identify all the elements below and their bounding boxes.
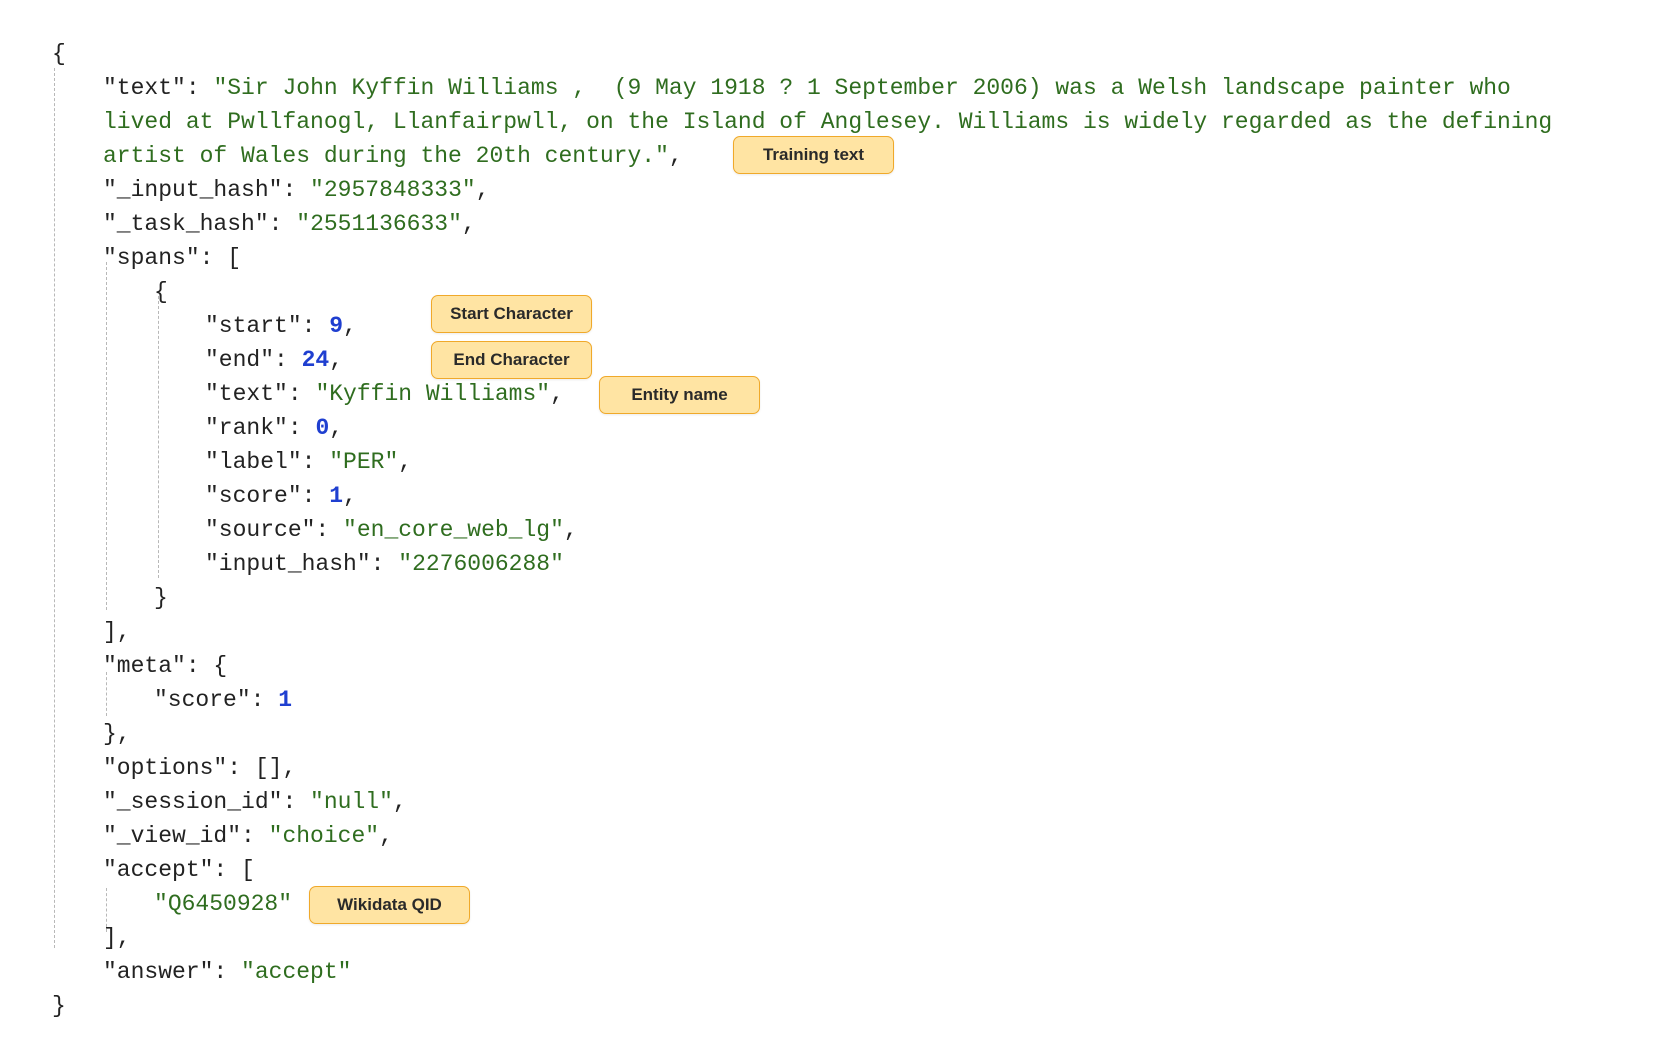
json-spans-open: "spans": [ xyxy=(103,245,242,271)
json-meta-score: "score": 1 xyxy=(154,687,293,713)
annotation-entity-name: Entity name xyxy=(599,376,760,414)
json-span-start: "start": 9, xyxy=(205,313,357,339)
indent-guide-span-object xyxy=(158,296,159,578)
json-accept-open: "accept": [ xyxy=(103,857,255,883)
json-text-line-1: "text": "Sir John Kyffin Williams , (9 M… xyxy=(103,75,1511,101)
json-answer: "answer": "accept" xyxy=(103,959,352,985)
indent-guide-root xyxy=(54,68,55,948)
json-span-text: "text": "Kyffin Williams", xyxy=(205,381,564,407)
json-session-id: "_session_id": "null", xyxy=(103,789,407,815)
json-span-input-hash: "input_hash": "2276006288" xyxy=(205,551,564,577)
span-start-value: 9 xyxy=(329,313,344,339)
key-text: "text" xyxy=(103,75,186,101)
annotation-training-text: Training text xyxy=(733,136,894,174)
annotation-start-character: Start Character xyxy=(431,295,592,333)
json-spans-close: ], xyxy=(103,619,131,645)
json-span-score: "score": 1, xyxy=(205,483,357,509)
json-task-hash: "_task_hash": "2551136633", xyxy=(103,211,476,237)
json-span-rank: "rank": 0, xyxy=(205,415,344,441)
json-span-label: "label": "PER", xyxy=(205,449,413,475)
json-meta-close: }, xyxy=(103,721,131,747)
training-text-line-3: artist of Wales during the 20th century. xyxy=(103,143,656,169)
options-value: [] xyxy=(254,755,283,781)
json-accept-close: ], xyxy=(103,925,131,951)
annotation-end-character: End Character xyxy=(431,341,592,379)
span-rank-value: 0 xyxy=(315,415,330,441)
json-accept-item: "Q6450928" xyxy=(154,891,293,917)
json-span-end: "end": 24, xyxy=(205,347,344,373)
training-text-line-1: Sir John Kyffin Williams , (9 May 1918 ?… xyxy=(227,75,1511,101)
json-input-hash: "_input_hash": "2957848333", xyxy=(103,177,490,203)
span-end-value: 24 xyxy=(301,347,330,373)
span-source-value: en_core_web_lg xyxy=(356,517,551,543)
training-text-line-2: lived at Pwllfanogl, Llanfairpwll, on th… xyxy=(103,109,1553,135)
view-id-value: choice xyxy=(282,823,366,849)
input-hash-value: 2957848333 xyxy=(323,177,462,203)
json-span-source: "source": "en_core_web_lg", xyxy=(205,517,578,543)
span-score-value: 1 xyxy=(329,483,344,509)
span-label-value: PER xyxy=(343,449,385,475)
json-view-id: "_view_id": "choice", xyxy=(103,823,393,849)
indent-guide-spans xyxy=(106,262,107,610)
json-span-object-close: } xyxy=(154,585,168,611)
json-text-line-2: lived at Pwllfanogl, Llanfairpwll, on th… xyxy=(103,105,1552,139)
json-meta-open: "meta": { xyxy=(103,653,228,679)
annotation-wikidata-qid: Wikidata QID xyxy=(309,886,470,924)
span-input-hash-value: 2276006288 xyxy=(412,551,551,577)
accept-qid-value: Q6450928 xyxy=(167,891,279,917)
json-options: "options": [], xyxy=(103,755,297,781)
session-id-value: null xyxy=(323,789,380,815)
json-close-brace: } xyxy=(52,993,66,1019)
meta-score-value: 1 xyxy=(278,687,293,713)
task-hash-value: 2551136633 xyxy=(310,211,449,237)
answer-value: accept xyxy=(254,959,338,985)
json-text-line-3: artist of Wales during the 20th century.… xyxy=(103,143,683,169)
span-text-value: Kyffin Williams xyxy=(329,381,537,407)
json-viewer: { "text": "Sir John Kyffin Williams , (9… xyxy=(0,0,1680,1053)
json-span-object-open: { xyxy=(154,279,168,305)
json-open-brace: { xyxy=(52,41,66,67)
